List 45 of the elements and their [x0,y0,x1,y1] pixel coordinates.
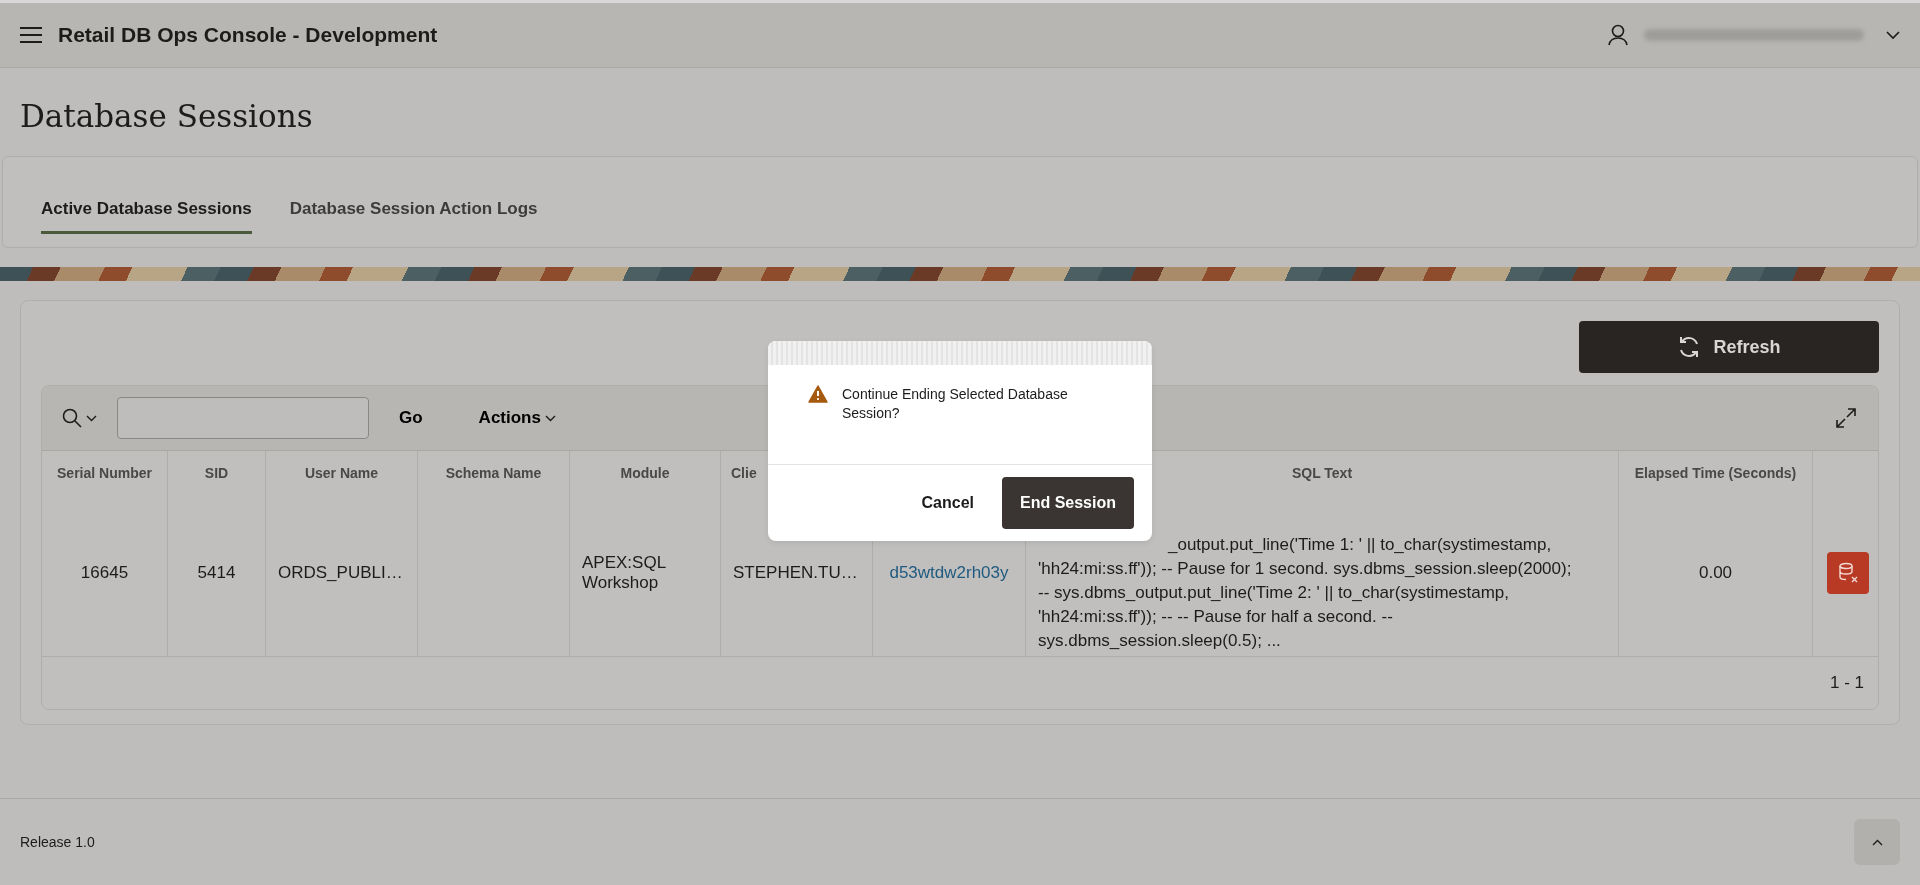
go-button[interactable]: Go [383,408,439,428]
sql-text-line: 'hh24:mi:ss.ff')); -- -- Pause for half a second. -- [1038,605,1394,628]
column-header[interactable]: Clie [731,465,757,481]
table-cell: 16645 [80,562,129,583]
expand-icon[interactable] [1834,406,1858,430]
search-column-menu[interactable] [62,408,97,428]
warning-icon [808,385,828,403]
refresh-button[interactable]: Refresh [1579,321,1879,373]
chevron-down-icon[interactable] [1886,30,1900,40]
pagination-text: 1 - 1 [1829,673,1864,693]
sql-text-line: sys.dbms_session.sleep(0.5); ... [1038,629,1282,652]
table-cell-text: APEX:SQL Workshop [582,552,667,593]
column-header[interactable]: SQL Text [1291,465,1353,481]
column-header[interactable]: Schema Name [445,465,542,481]
dialog-message: Continue Ending Selected Database Session? [842,385,1069,423]
tab[interactable]: Active Database Sessions [41,184,252,234]
sql-text-line: _output.put_line('Time 1: ' || to_char(systimestamp, [1168,533,1553,556]
database-remove-icon [1836,561,1859,584]
end-session-confirm-button[interactable]: End Session [1001,477,1134,529]
search-icon [62,408,82,428]
tab[interactable]: Database Session Action Logs [289,184,538,234]
column-header[interactable]: Elapsed Time (Seconds) [1634,465,1797,481]
chevron-down-icon [544,414,556,422]
page-title: Database Sessions [19,97,314,136]
end-session-button[interactable] [1826,551,1869,594]
release-text: Release 1.0 [20,834,95,850]
chevron-down-icon [86,414,97,422]
sql-id-link[interactable]: d53wtdw2rh03y [889,562,1009,583]
search-field[interactable] [117,397,369,439]
sql-text-line: -- sys.dbms_output.put_line('Time 2: ' || to_char(systimestamp, [1038,581,1511,604]
chevron-up-icon [1871,838,1883,846]
column-header[interactable]: Serial Number [57,465,152,481]
table-cell: 0.00 [1698,562,1733,583]
column-header[interactable]: SID [204,465,229,481]
table-cell: ORDS_PUBLI… [278,562,403,583]
column-header[interactable]: User Name [304,465,379,481]
user-icon[interactable] [1608,24,1628,46]
table-cell: STEPHEN.TU… [733,562,858,583]
column-header[interactable]: Module [620,465,670,481]
app-title: Retail DB Ops Console - Development [58,23,438,47]
table-cell: 5414 [197,562,236,583]
cancel-button[interactable]: Cancel [915,493,980,513]
menu-icon[interactable] [20,27,42,43]
sql-text-line: 'hh24:mi:ss.ff')); -- Pause for 1 second. sys.dbms_session.sleep(2000); [1038,557,1572,580]
actions-menu-button[interactable]: Actions [472,407,562,429]
